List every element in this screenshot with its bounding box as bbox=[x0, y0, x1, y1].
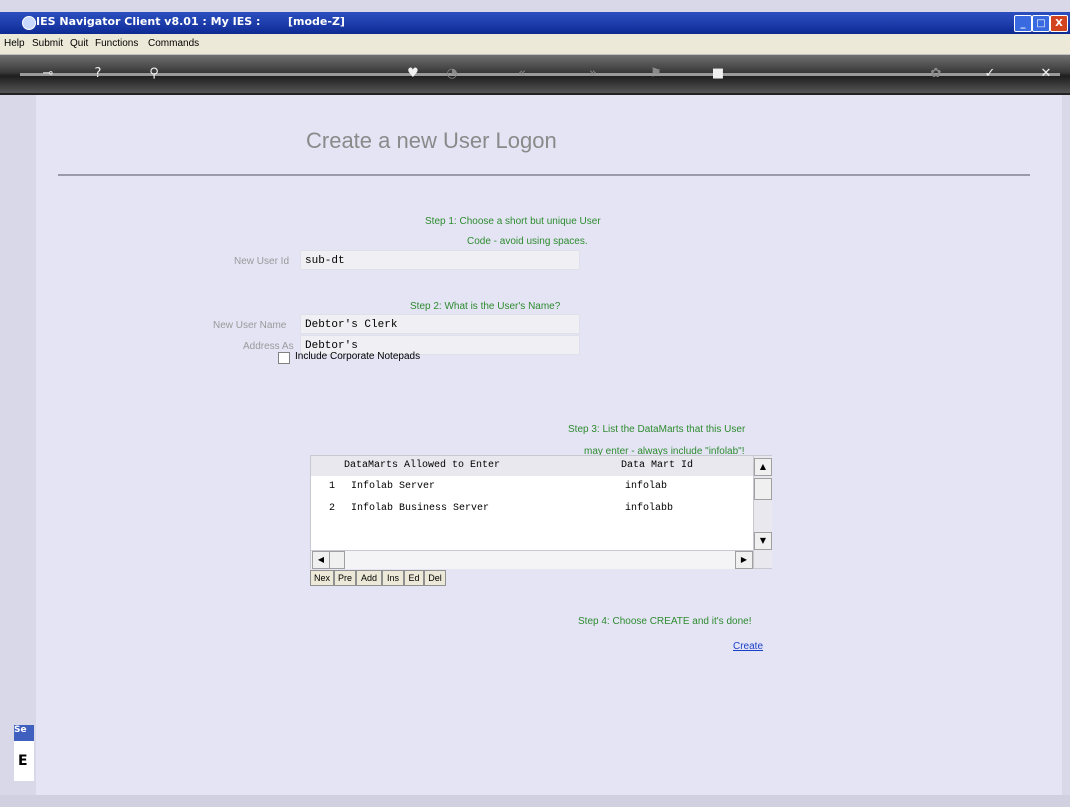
datamart-id-cell[interactable]: infolab bbox=[625, 481, 667, 492]
application-window: IES Navigator Client v8.01 : My IES : [m… bbox=[0, 0, 1070, 807]
user-name-field[interactable]: Debtor's Clerk bbox=[300, 314, 580, 334]
vertical-scrollbar[interactable]: ▲ ▼ bbox=[753, 456, 772, 568]
heart-icon[interactable]: ♥ bbox=[405, 66, 421, 82]
divider bbox=[58, 174, 1030, 176]
app-icon bbox=[22, 16, 36, 30]
datamart-id-cell[interactable]: infolabb bbox=[625, 503, 673, 514]
previous-button[interactable]: Pre bbox=[334, 570, 356, 586]
mode-indicator: [mode-Z] bbox=[288, 15, 345, 28]
side-panel-tab[interactable]: Se bbox=[14, 725, 34, 741]
search-icon[interactable]: ⚲ bbox=[146, 66, 162, 82]
next-button[interactable]: Nex bbox=[310, 570, 334, 586]
corporate-notepads-label: Include Corporate Notepads bbox=[295, 351, 421, 362]
help-icon[interactable]: ? bbox=[90, 66, 106, 82]
scroll-up-icon[interactable]: ▲ bbox=[754, 458, 772, 476]
column-header-datamarts: DataMarts Allowed to Enter bbox=[344, 460, 501, 471]
corporate-notepads-checkbox[interactable] bbox=[278, 352, 290, 364]
hscroll-thumb[interactable] bbox=[329, 551, 345, 569]
insert-button[interactable]: Ins bbox=[382, 570, 404, 586]
grid-header: DataMarts Allowed to Enter Data Mart Id bbox=[311, 456, 771, 476]
step1-hint-line1: Step 1: Choose a short but unique User bbox=[425, 216, 601, 227]
close-window-button[interactable]: X bbox=[1050, 15, 1068, 32]
address-as-label: Address As bbox=[243, 341, 294, 352]
add-button[interactable]: Add bbox=[356, 570, 382, 586]
gear-icon[interactable]: ✿ bbox=[928, 66, 944, 82]
maximize-button[interactable]: □ bbox=[1032, 15, 1050, 32]
key-icon[interactable]: ⊸ bbox=[40, 66, 56, 82]
toolbar-track bbox=[20, 73, 1060, 76]
flag-icon[interactable]: ⚑ bbox=[648, 66, 664, 82]
left-strip bbox=[14, 95, 34, 795]
datamart-name-cell[interactable]: Infolab Server bbox=[351, 481, 435, 492]
column-header-datamart-id: Data Mart Id bbox=[621, 460, 694, 471]
window-title: IES Navigator Client v8.01 : My IES : bbox=[36, 15, 261, 28]
user-name-label: New User Name bbox=[213, 320, 287, 331]
step3-hint-line1: Step 3: List the DataMarts that this Use… bbox=[568, 424, 746, 435]
user-id-field[interactable]: sub-dt bbox=[300, 250, 580, 270]
row-number: 1 bbox=[329, 481, 336, 492]
stop-icon[interactable]: ■ bbox=[710, 66, 726, 82]
create-link[interactable]: Create bbox=[733, 641, 763, 652]
scroll-right-icon[interactable]: ▶ bbox=[735, 551, 753, 569]
minimize-button[interactable]: _ bbox=[1014, 15, 1032, 32]
document-icon: E bbox=[18, 753, 28, 769]
delete-button[interactable]: Del bbox=[424, 570, 446, 586]
window-bottom-edge bbox=[0, 795, 1070, 807]
side-panel: E bbox=[14, 741, 34, 781]
close-icon[interactable]: ✕ bbox=[1038, 66, 1054, 82]
menu-bar: Help Submit Quit Functions Commands bbox=[0, 34, 1070, 55]
scroll-left-icon[interactable]: ◀ bbox=[312, 551, 330, 569]
scroll-down-icon[interactable]: ▼ bbox=[754, 532, 772, 550]
user-id-label: New User Id bbox=[234, 256, 290, 267]
back-icon[interactable]: « bbox=[514, 66, 530, 82]
forward-icon[interactable]: » bbox=[585, 66, 601, 82]
horizontal-scrollbar[interactable]: ◀ ▶ bbox=[311, 550, 753, 569]
datamart-name-cell[interactable]: Infolab Business Server bbox=[351, 503, 489, 514]
clock-icon[interactable]: ◔ bbox=[444, 66, 460, 82]
menu-submit[interactable]: Submit bbox=[32, 38, 63, 49]
side-panel-tab-label: Se bbox=[14, 725, 27, 735]
step2-hint: Step 2: What is the User's Name? bbox=[410, 301, 561, 312]
scroll-thumb[interactable] bbox=[754, 478, 772, 500]
step1-hint-line2: Code - avoid using spaces. bbox=[467, 236, 588, 247]
step4-hint: Step 4: Choose CREATE and it's done! bbox=[578, 616, 752, 627]
toolbar: ⊸ ? ⚲ ♥ ◔ « » ⚑ ■ ✿ ✓ ✕ bbox=[0, 55, 1070, 95]
title-bar: IES Navigator Client v8.01 : My IES : [m… bbox=[0, 12, 1070, 34]
row-number: 2 bbox=[329, 503, 336, 514]
edit-button[interactable]: Ed bbox=[404, 570, 424, 586]
menu-help[interactable]: Help bbox=[4, 38, 25, 49]
form-canvas bbox=[36, 95, 1062, 795]
check-icon[interactable]: ✓ bbox=[982, 66, 998, 82]
page-title: Create a new User Logon bbox=[306, 128, 557, 153]
menu-functions[interactable]: Functions bbox=[95, 38, 138, 49]
menu-commands[interactable]: Commands bbox=[148, 38, 199, 49]
menu-quit[interactable]: Quit bbox=[70, 38, 88, 49]
datamarts-grid: DataMarts Allowed to Enter Data Mart Id … bbox=[310, 455, 772, 569]
